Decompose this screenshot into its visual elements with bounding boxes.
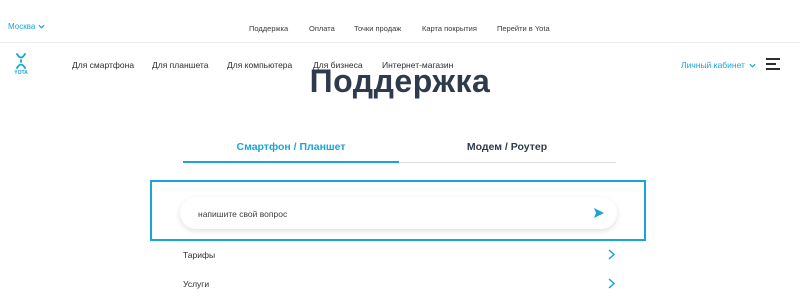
top-link-go-to-yota[interactable]: Перейти в Yota [497, 24, 550, 33]
active-tab-indicator [183, 161, 399, 163]
main-nav: YOTA Для смартфона Для планшета Для комп… [0, 43, 800, 87]
menu-icon[interactable] [766, 58, 780, 70]
nav-item-computer[interactable]: Для компьютера [227, 60, 292, 70]
chevron-right-icon [608, 249, 615, 260]
nav-item-tablet[interactable]: Для планшета [152, 60, 208, 70]
nav-item-smartphone[interactable]: Для смартфона [72, 60, 134, 70]
nav-item-business[interactable]: Для бизнеса [313, 60, 363, 70]
personal-account-label: Личный кабинет [681, 60, 745, 70]
list-item-services[interactable]: Услуги [183, 275, 617, 295]
city-selector[interactable]: Москва [8, 22, 45, 31]
top-link-coverage-map[interactable]: Карта покрытия [422, 24, 477, 33]
list-item-label: Тарифы [183, 250, 216, 260]
city-label: Москва [8, 22, 36, 31]
yota-logo-icon [16, 53, 26, 69]
top-link-payment[interactable]: Оплата [309, 24, 335, 33]
top-link-shops[interactable]: Точки продаж [354, 24, 401, 33]
logo-text: YOTA [14, 70, 28, 76]
chevron-down-icon [38, 24, 45, 29]
list-item-label: Услуги [183, 279, 210, 289]
tab-smartphone-tablet[interactable]: Смартфон / Планшет [183, 141, 399, 153]
device-tabs: Смартфон / Планшет Модем / Роутер [183, 132, 616, 163]
question-input[interactable] [196, 197, 580, 231]
top-link-support[interactable]: Поддержка [249, 24, 288, 33]
list-item-tariffs[interactable]: Тарифы [183, 246, 617, 266]
personal-account-link[interactable]: Личный кабинет [681, 60, 756, 70]
chevron-right-icon [608, 278, 615, 289]
tab-modem-router[interactable]: Модем / Роутер [399, 141, 615, 153]
chevron-down-icon [749, 63, 756, 68]
question-search-box [180, 197, 617, 231]
yota-logo[interactable]: YOTA [12, 53, 30, 79]
send-icon[interactable] [593, 207, 605, 219]
top-utility-bar: Москва Поддержка Оплата Точки продаж Кар… [0, 0, 800, 43]
nav-item-online-store[interactable]: Интернет-магазин [382, 60, 453, 70]
